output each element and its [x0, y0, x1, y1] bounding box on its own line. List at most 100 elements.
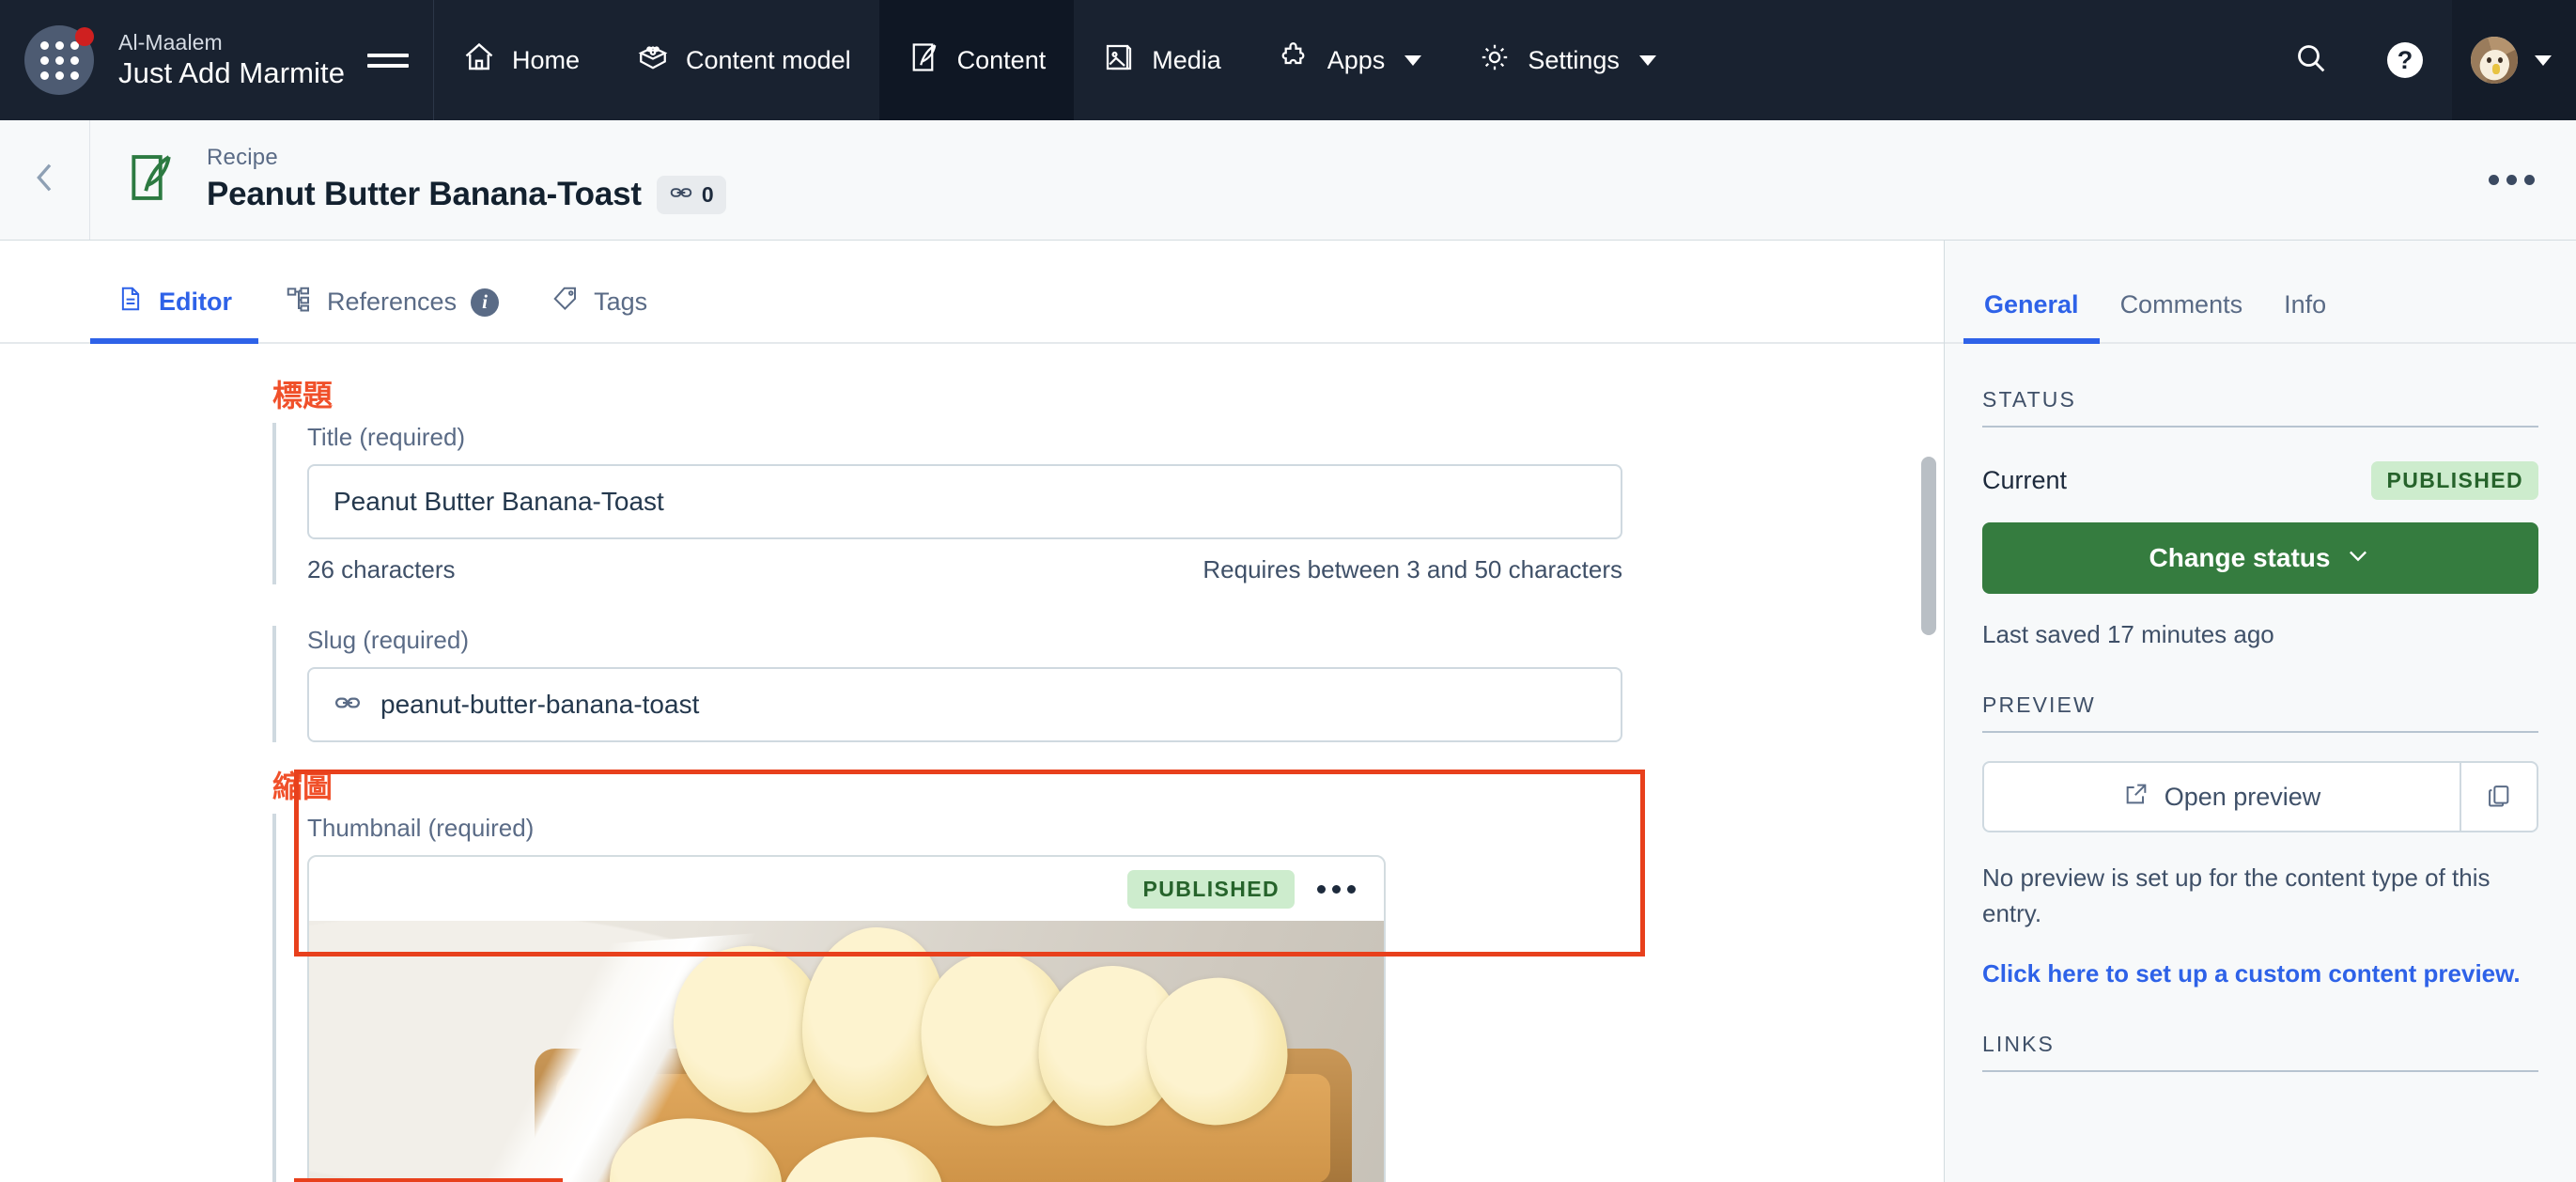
annotation-label-title: 標題: [272, 379, 334, 412]
tab-references[interactable]: References i: [258, 285, 525, 342]
field-title: Title (required) Peanut Butter Banana-To…: [272, 423, 1944, 584]
section-header-status: STATUS: [1982, 344, 2538, 428]
slug-input-value: peanut-butter-banana-toast: [380, 690, 700, 719]
link-icon: [669, 180, 693, 210]
entry-actions-menu-button[interactable]: [2489, 175, 2535, 185]
references-tree-icon: [285, 285, 313, 319]
field-slug: Slug (required) peanut-butter-banana-toa…: [272, 626, 1944, 742]
entry-sidebar: General Comments Info STATUS Current PUB…: [1945, 241, 2576, 1182]
sidebar-tabs: General Comments Info: [1945, 241, 2576, 344]
app-root: Al-Maalem Just Add Marmite Home Content …: [0, 0, 2576, 1182]
nav-label-home: Home: [512, 45, 581, 74]
tab-label-general: General: [1984, 290, 2079, 319]
status-current-badge: PUBLISHED: [2371, 461, 2538, 500]
apps-icon: [1278, 40, 1311, 81]
tab-label-comments: Comments: [2119, 290, 2243, 319]
change-status-button[interactable]: Change status: [1982, 522, 2538, 594]
chevron-down-icon: [2345, 542, 2371, 575]
tab-editor[interactable]: Editor: [90, 285, 258, 344]
tab-label-info: Info: [2284, 290, 2327, 319]
user-avatar: [2471, 37, 2518, 84]
chevron-down-icon-user: [2535, 54, 2552, 66]
field-footer-title: 26 characters Requires between 3 and 50 …: [307, 555, 1622, 584]
help-question-icon: ?: [2387, 42, 2423, 78]
thumbnail-image: [309, 921, 1384, 1182]
tab-info[interactable]: Info: [2263, 290, 2347, 342]
preview-actions-row: Open preview: [1982, 761, 2538, 832]
thumbnail-asset-card[interactable]: PUBLISHED: [307, 855, 1386, 1182]
open-preview-button[interactable]: Open preview: [1982, 761, 2460, 832]
nav-label-content: Content: [956, 45, 1047, 74]
field-thumbnail: Thumbnail (required) PUBLISHED: [272, 814, 1944, 1182]
info-icon: i: [471, 288, 500, 317]
chevron-left-icon: [26, 159, 64, 201]
nav-item-media[interactable]: Media: [1074, 0, 1249, 120]
fields-list: 標題 Title (required) Peanut Butter Banana…: [0, 344, 1944, 1182]
tab-comments[interactable]: Comments: [2100, 290, 2264, 342]
entry-title-block: Recipe Peanut Butter Banana-Toast 0: [207, 145, 726, 214]
brand-area: Al-Maalem Just Add Marmite: [0, 0, 434, 120]
editor-tabs: Editor References i Tags: [0, 241, 1944, 344]
status-badge: PUBLISHED: [1127, 869, 1295, 909]
title-input[interactable]: Peanut Butter Banana-Toast: [307, 464, 1622, 539]
tab-general[interactable]: General: [1963, 290, 2100, 344]
chevron-down-icon-settings: [1638, 54, 1656, 66]
search-icon: [2292, 39, 2330, 82]
editor-scrollbar[interactable]: [1921, 457, 1936, 1182]
top-navigation-bar: Al-Maalem Just Add Marmite Home Content …: [0, 0, 2576, 120]
nav-item-content-model[interactable]: Content model: [608, 0, 879, 120]
copy-icon: [2486, 783, 2512, 812]
help-button[interactable]: ?: [2358, 0, 2452, 120]
editor-column: Editor References i Tags 標題 Title (requi…: [0, 241, 1945, 1182]
asset-card-header: PUBLISHED: [309, 857, 1384, 921]
home-icon: [462, 40, 496, 81]
section-header-links: LINKS: [1982, 988, 2538, 1073]
links-count-badge[interactable]: 0: [656, 175, 726, 214]
document-icon: [116, 285, 145, 319]
search-button[interactable]: [2264, 0, 2358, 120]
content-type-label: Recipe: [207, 145, 278, 171]
field-label-slug: Slug (required): [307, 626, 469, 654]
external-link-icon: [2123, 781, 2149, 814]
nav-right-area: ?: [2264, 0, 2576, 120]
tab-label-editor: Editor: [159, 288, 232, 316]
asset-actions-menu-button[interactable]: [1317, 884, 1356, 894]
section-header-preview: PREVIEW: [1982, 649, 2538, 733]
preview-note-text: No preview is set up for the content typ…: [1982, 863, 2491, 927]
hamburger-menu-icon[interactable]: [367, 39, 409, 81]
primary-nav-items: Home Content model Content Media Apps Se…: [434, 0, 1684, 120]
nav-label-media: Media: [1152, 45, 1221, 74]
status-row: Current PUBLISHED: [1982, 461, 2538, 500]
space-name: Just Add Marmite: [118, 56, 346, 90]
nav-item-apps[interactable]: Apps: [1249, 0, 1451, 120]
user-menu-button[interactable]: [2452, 0, 2576, 120]
grid-dots-icon: [39, 40, 79, 80]
settings-gear-icon: [1478, 40, 1512, 81]
nav-label-settings: Settings: [1528, 45, 1620, 74]
change-status-label: Change status: [2149, 543, 2331, 572]
title-validation-hint: Requires between 3 and 50 characters: [1203, 555, 1622, 583]
nav-item-settings[interactable]: Settings: [1450, 0, 1684, 120]
copy-preview-url-button[interactable]: [2460, 761, 2538, 832]
links-count-value: 0: [701, 181, 714, 207]
title-input-value: Peanut Butter Banana-Toast: [334, 487, 664, 516]
annotation-label-thumbnail: 縮圖: [272, 770, 334, 803]
setup-content-preview-link[interactable]: Click here to set up a custom content pr…: [1982, 959, 2538, 988]
content-model-icon: [636, 40, 670, 81]
organization-name: Al-Maalem: [118, 29, 223, 54]
notification-dot-icon: [75, 27, 94, 46]
chevron-down-icon-apps: [1404, 54, 1422, 66]
app-switcher-button[interactable]: [24, 25, 94, 95]
page-title: Peanut Butter Banana-Toast: [207, 175, 642, 212]
field-label-title: Title (required): [307, 423, 466, 451]
field-label-thumbnail: Thumbnail (required): [307, 814, 535, 842]
nav-item-home[interactable]: Home: [434, 0, 608, 120]
tab-tags[interactable]: Tags: [525, 285, 674, 342]
content-icon: [908, 40, 941, 81]
brand-text: Al-Maalem Just Add Marmite: [118, 30, 345, 90]
editor-scrollbar-thumb[interactable]: [1921, 457, 1936, 635]
slug-input[interactable]: peanut-butter-banana-toast: [307, 667, 1622, 742]
page-body: Editor References i Tags 標題 Title (requi…: [0, 241, 2576, 1182]
back-button[interactable]: [0, 120, 90, 240]
nav-item-content[interactable]: Content: [878, 0, 1075, 120]
